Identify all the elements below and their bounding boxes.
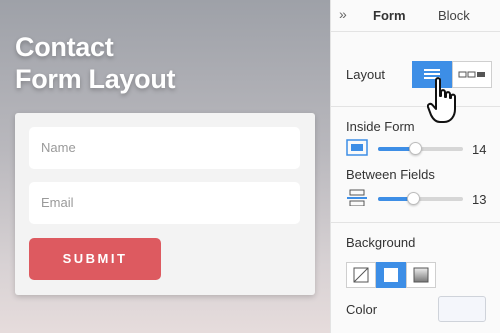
solid-background-icon [384, 268, 398, 282]
field-spacing-icon [347, 189, 367, 206]
tab-form[interactable]: Form [373, 8, 406, 23]
solid-background-button[interactable] [376, 262, 406, 288]
gradient-background-icon [413, 267, 429, 283]
panel-tabs: » Form Block [331, 0, 500, 31]
settings-panel: » Form Block Layout Inside Form 14 Betwe… [330, 0, 500, 333]
form-heading[interactable]: Contact Form Layout [15, 31, 176, 95]
inline-layout-button[interactable] [452, 61, 492, 88]
inside-form-slider[interactable] [378, 142, 463, 155]
between-fields-slider[interactable] [378, 192, 463, 205]
double-chevron-right-icon[interactable]: » [339, 6, 347, 22]
heading-line-2: Form Layout [15, 64, 176, 94]
color-label: Color [346, 302, 378, 317]
between-fields-slider-knob[interactable] [406, 192, 420, 205]
gradient-background-button[interactable] [406, 262, 436, 288]
divider [331, 222, 500, 223]
inside-padding-icon [346, 139, 368, 156]
name-placeholder: Name [41, 140, 76, 155]
background-label: Background [346, 235, 416, 250]
no-background-button[interactable] [346, 262, 376, 288]
submit-button[interactable]: SUBMIT [29, 238, 161, 280]
between-fields-label: Between Fields [346, 167, 435, 182]
heading-line-1: Contact [15, 32, 114, 62]
no-background-icon [353, 267, 369, 283]
background-toggle [346, 262, 436, 288]
inside-form-value: 14 [472, 142, 487, 157]
inline-layout-icon [458, 71, 485, 78]
inside-form-slider-knob[interactable] [408, 142, 422, 155]
tab-block[interactable]: Block [438, 8, 470, 23]
email-field[interactable]: Email [29, 182, 300, 224]
form-canvas: Contact Form Layout Name Email SUBMIT [0, 0, 330, 333]
divider [331, 31, 500, 32]
email-placeholder: Email [41, 195, 74, 210]
name-field[interactable]: Name [29, 127, 300, 169]
contact-form[interactable]: Name Email SUBMIT [15, 113, 315, 295]
layout-label: Layout [346, 67, 386, 82]
divider [331, 106, 500, 107]
inside-form-label: Inside Form [346, 119, 415, 134]
color-picker[interactable] [438, 296, 486, 322]
hand-cursor-icon [427, 77, 456, 123]
between-fields-value: 13 [472, 192, 487, 207]
